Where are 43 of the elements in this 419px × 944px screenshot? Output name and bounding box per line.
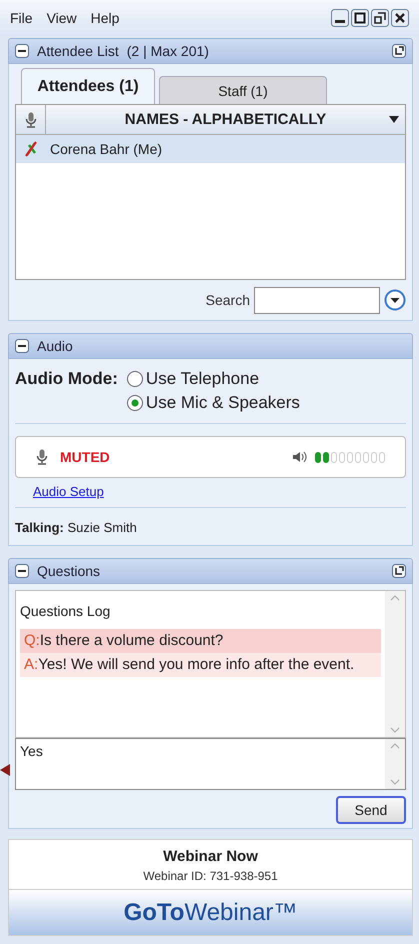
menu-item[interactable]: Help	[90, 10, 120, 26]
panel-title: Questions	[37, 563, 100, 579]
microphone-icon	[36, 449, 48, 465]
radio-option[interactable]: Use Telephone	[126, 369, 300, 389]
microphone-icon	[24, 112, 36, 128]
panel-title: Attendee List	[37, 43, 119, 59]
tab[interactable]: Attendees (1)	[21, 68, 155, 104]
collapse-icon[interactable]	[15, 44, 29, 58]
radio-button-icon[interactable]	[126, 394, 144, 412]
pointer-arrow-icon	[0, 764, 10, 776]
webinar-id: Webinar ID: 731-938-951	[143, 869, 278, 883]
attendee-name: Corena Bahr (Me)	[50, 141, 162, 157]
send-button[interactable]: Send	[336, 796, 406, 824]
tab[interactable]: Staff (1)	[159, 76, 327, 104]
attendee-row[interactable]: Corena Bahr (Me)	[16, 135, 405, 163]
mic-status: MUTED	[60, 449, 110, 465]
speaker-icon	[293, 451, 307, 463]
popout-icon[interactable]	[392, 44, 406, 58]
dropdown-icon[interactable]	[384, 289, 406, 311]
maximize-icon[interactable]	[351, 9, 369, 27]
attendee-count: (2 | Max 201)	[126, 43, 209, 59]
brand-logo: GoToWebinar™	[8, 890, 413, 936]
talking-status: Talking: Suzie Smith	[15, 507, 406, 545]
caret-icon	[389, 116, 399, 123]
audio-mode-label: Audio Mode:	[15, 369, 118, 390]
radio-button-icon[interactable]	[126, 370, 144, 388]
menu-item[interactable]: File	[10, 10, 33, 26]
collapse-icon[interactable]	[15, 339, 29, 353]
webinar-title: Webinar Now	[163, 848, 258, 865]
log-title: Questions Log	[20, 603, 112, 619]
collapse-icon[interactable]	[15, 564, 29, 578]
close-icon[interactable]	[391, 9, 409, 27]
question-entry: Q:Is there a volume discount?	[20, 629, 381, 653]
radio-option[interactable]: Use Mic & Speakers	[126, 393, 300, 413]
menu-item[interactable]: View	[46, 10, 77, 26]
search-field[interactable]	[254, 286, 380, 314]
panel-title: Audio	[37, 338, 73, 354]
search-label: Search	[206, 292, 250, 308]
restore-icon[interactable]	[371, 9, 389, 27]
answer-entry: A:Yes! We will send you more info after the event.	[20, 653, 381, 677]
audio-setup-link[interactable]: Audio Setup	[33, 484, 104, 499]
minimize-icon[interactable]	[331, 9, 349, 27]
popout-icon[interactable]	[392, 564, 406, 578]
